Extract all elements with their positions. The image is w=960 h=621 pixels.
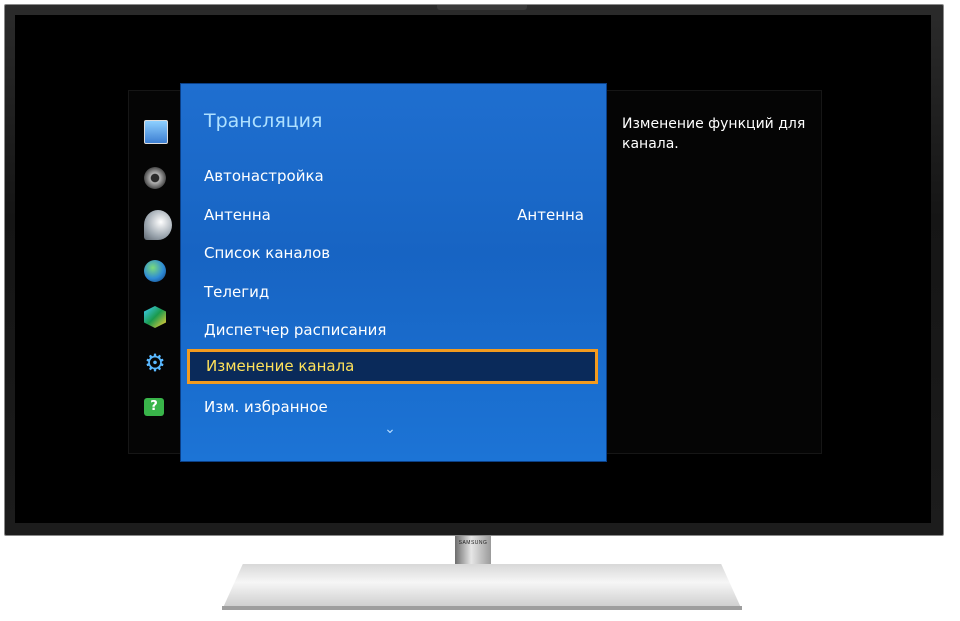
menu-item-label: Телегид — [204, 283, 270, 301]
broadcast-icon[interactable] — [144, 210, 172, 240]
tv-camera — [437, 5, 527, 10]
tv-stand-base-edge — [222, 606, 742, 610]
picture-icon[interactable] — [144, 120, 168, 144]
item-description: Изменение функций для канала. — [622, 116, 806, 152]
tv-stand-base — [222, 564, 742, 610]
scroll-down-icon[interactable]: ⌄ — [382, 421, 398, 437]
network-icon[interactable] — [144, 260, 166, 282]
menu-item-edit-favorites[interactable]: Изм. избранное — [204, 389, 584, 425]
menu-item-label: Изменение канала — [206, 357, 355, 375]
menu-item-channel-list[interactable]: Список каналов — [204, 235, 584, 271]
menu-item-value: Антенна — [517, 206, 584, 224]
menu-item-edit-channel[interactable]: Изменение канала — [187, 349, 598, 384]
menu-item-schedule-manager[interactable]: Диспетчер расписания — [204, 312, 584, 348]
menu-item-label: Изм. избранное — [204, 398, 328, 416]
system-icon[interactable]: ⚙ — [144, 351, 166, 375]
menu-item-label: Автонастройка — [204, 167, 324, 185]
menu-item-label: Антенна — [204, 206, 271, 224]
support-icon[interactable]: ? — [144, 398, 164, 416]
menu-item-antenna[interactable]: Антенна Антенна — [204, 197, 584, 233]
menu-item-auto-tuning[interactable]: Автонастройка — [204, 158, 584, 194]
menu-item-guide[interactable]: Телегид — [204, 274, 584, 310]
brand-logo: SAMSUNG — [458, 540, 488, 546]
sound-icon[interactable] — [144, 167, 166, 189]
menu-item-label: Диспетчер расписания — [204, 321, 387, 339]
menu-title: Трансляция — [204, 110, 323, 132]
broadcast-menu-panel: Трансляция Автонастройка Антенна Антенна… — [180, 83, 607, 462]
menu-item-label: Список каналов — [204, 244, 331, 262]
